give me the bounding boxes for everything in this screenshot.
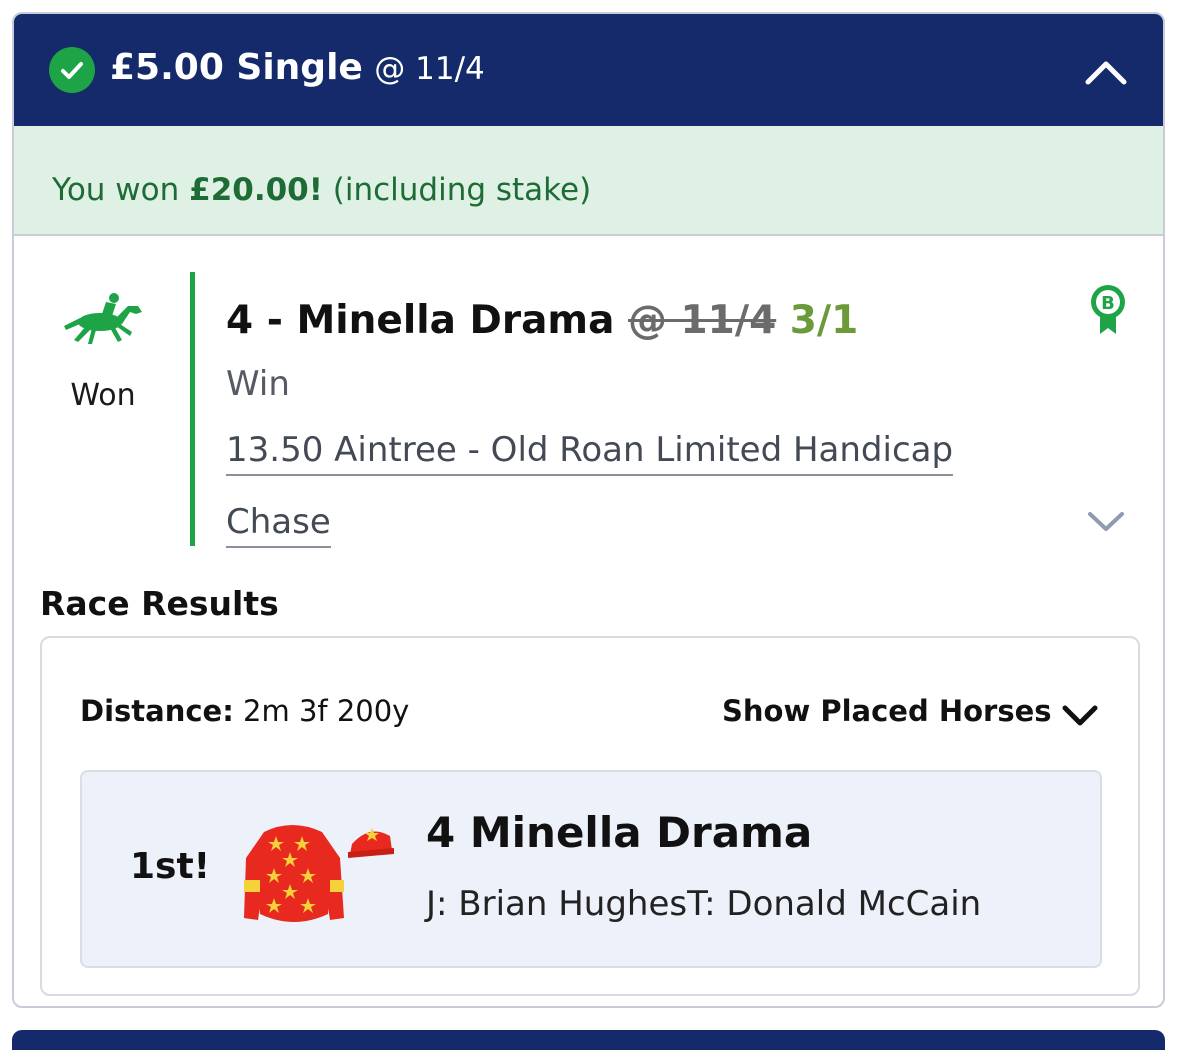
runner-name: 4 Minella Drama: [426, 808, 813, 857]
distance-value: 2m 3f 200y: [243, 694, 410, 728]
race-results-panel: Distance: 2m 3f 200y Show Placed Horses …: [40, 636, 1140, 996]
win-prefix: You won: [52, 172, 180, 208]
win-amount: £20.00!: [189, 172, 323, 208]
selection-name: 4 - Minella Drama: [226, 298, 615, 343]
original-odds: @ 11/4: [627, 298, 777, 343]
chevron-down-icon[interactable]: [1086, 508, 1126, 534]
runner-row: 1st! 4 Minella Drama J: Brian HughesT: D…: [80, 770, 1102, 968]
boost-badge-icon: B: [1091, 285, 1125, 334]
selection-status: Won: [70, 378, 136, 413]
race-results-heading: Race Results: [40, 584, 279, 623]
selection-title: 4 - Minella Drama @ 11/4 3/1: [226, 298, 858, 343]
market-name: Win: [226, 364, 290, 404]
runner-connections: J: Brian HughesT: Donald McCain: [426, 884, 982, 924]
jockey-silks-icon: [244, 825, 394, 922]
show-placed-horses-button[interactable]: Show Placed Horses: [722, 694, 1052, 728]
chevron-down-icon[interactable]: [1060, 700, 1100, 730]
boosted-odds: 3/1: [789, 298, 859, 343]
check-circle-icon: [49, 47, 95, 93]
win-suffix: (including stake): [332, 172, 592, 208]
boost-badge-letter: B: [1101, 293, 1115, 314]
win-message: You won £20.00! (including stake): [52, 172, 591, 208]
bet-card: £5.00 Single @ 11/4 You won £20.00! (inc…: [12, 12, 1165, 1008]
status-bar: [190, 272, 195, 546]
chevron-up-icon[interactable]: [1082, 54, 1130, 88]
bet-header[interactable]: £5.00 Single @ 11/4: [14, 14, 1163, 126]
win-banner: You won £20.00! (including stake): [14, 126, 1163, 236]
distance-label: Distance:: [80, 694, 234, 728]
bet-odds: @ 11/4: [374, 51, 485, 87]
racehorse-icon: [64, 293, 142, 344]
race-distance: Distance: 2m 3f 200y: [80, 694, 409, 728]
bet-stake: £5.00 Single: [110, 47, 363, 88]
bet-title: £5.00 Single @ 11/4: [110, 44, 485, 93]
next-bet-card-header[interactable]: [12, 1030, 1165, 1050]
race-link-continued[interactable]: Chase: [226, 502, 331, 548]
finish-position: 1st!: [130, 846, 211, 887]
race-link[interactable]: 13.50 Aintree - Old Roan Limited Handica…: [226, 430, 954, 476]
